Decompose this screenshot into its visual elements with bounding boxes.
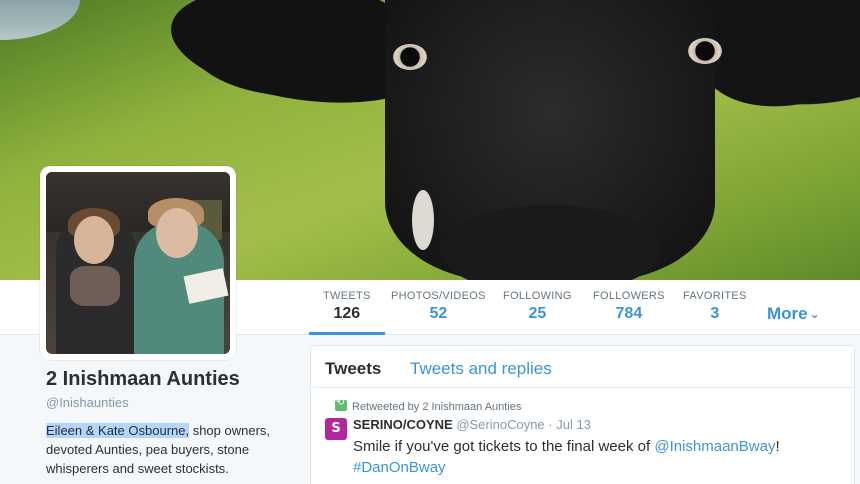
retweet-icon: [335, 397, 347, 411]
stat-label: FAVORITES: [683, 290, 747, 302]
retweet-notice: Retweeted by 2 Inishmaan Aunties: [352, 401, 522, 413]
profile-handle[interactable]: @Inishaunties: [46, 395, 291, 410]
profile-name[interactable]: 2 Inishmaan Aunties: [46, 368, 291, 391]
stat-favorites[interactable]: FAVORITES 3: [683, 290, 747, 323]
stat-value: 52: [429, 305, 448, 322]
stat-value: 784: [615, 305, 643, 322]
tweet-author-handle[interactable]: @SerinoCoyne: [456, 417, 544, 432]
tweet-timestamp[interactable]: Jul 13: [556, 417, 591, 432]
tab-tweets-and-replies[interactable]: Tweets and replies: [410, 359, 552, 379]
stat-label: FOLLOWERS: [593, 290, 665, 302]
stat-value: 126: [333, 305, 361, 322]
tab-tweets[interactable]: Tweets: [325, 359, 381, 379]
tweet-mention-link[interactable]: @InishmaanBway: [654, 438, 775, 455]
stat-photos-videos[interactable]: PHOTOS/VIDEOS 52: [391, 290, 486, 323]
chevron-down-icon: ⌄: [809, 307, 820, 321]
tweet-header: SERINO/COYNE @SerinoCoyne · Jul 13: [353, 417, 591, 432]
more-label: More: [767, 304, 808, 323]
stat-label: PHOTOS/VIDEOS: [391, 290, 486, 302]
tweet-text-end: !: [775, 438, 780, 455]
tweet-text: Smile if you've got tickets to the final…: [353, 436, 833, 478]
tweet-author-avatar[interactable]: S: [325, 418, 347, 440]
stat-value: 25: [528, 305, 547, 322]
tweet-separator: ·: [544, 417, 557, 432]
timeline-panel: Tweets Tweets and replies Retweeted by 2…: [310, 345, 855, 484]
bio-selected-text: Eileen & Kate Osbourne,: [46, 423, 190, 438]
stat-value: 3: [710, 305, 720, 322]
avatar-photo: [46, 172, 230, 354]
more-button[interactable]: More ⌄: [767, 304, 820, 324]
stat-label: TWEETS: [323, 290, 371, 302]
tweet-text-body: Smile if you've got tickets to the final…: [353, 438, 655, 455]
stat-followers[interactable]: FOLLOWERS 784: [593, 290, 665, 323]
profile-bio: Eileen & Kate Osbourne, shop owners, dev…: [46, 421, 291, 478]
tweet-hashtag-link[interactable]: #DanOnBway: [353, 459, 446, 476]
stat-tweets[interactable]: TWEETS 126: [309, 290, 385, 335]
stat-following[interactable]: FOLLOWING 25: [503, 290, 572, 323]
profile-avatar[interactable]: [40, 166, 236, 360]
stat-label: FOLLOWING: [503, 290, 572, 302]
tweet-author-name[interactable]: SERINO/COYNE: [353, 417, 453, 432]
retweet-context[interactable]: Retweeted by 2 Inishmaan Aunties: [335, 397, 522, 413]
profile-card: 2 Inishmaan Aunties @Inishaunties Eileen…: [46, 368, 291, 478]
timeline-tabs: Tweets Tweets and replies: [311, 346, 854, 388]
